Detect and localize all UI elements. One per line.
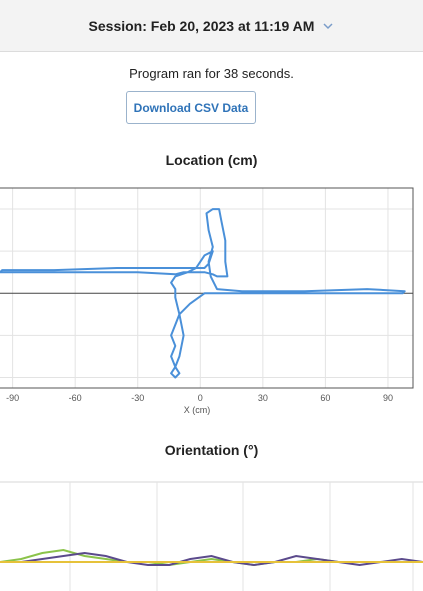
download-csv-button[interactable]: Download CSV Data <box>126 91 256 124</box>
location-x-ticks: -90 -60 -30 0 30 60 90 <box>6 393 393 403</box>
location-x-tick-label: 0 <box>198 393 203 403</box>
location-x-tick-label: 60 <box>320 393 330 403</box>
location-x-tick-label: -30 <box>131 393 144 403</box>
orientation-chart-title: Orientation (°) <box>164 442 259 458</box>
location-x-axis-label: X (cm) <box>184 405 211 415</box>
location-x-tick-label: -60 <box>69 393 82 403</box>
orientation-series <box>0 548 423 567</box>
orientation-chart <box>0 481 423 591</box>
orientation-grid <box>69 482 414 591</box>
location-chart: -90 -60 -30 0 30 60 90 X (cm) <box>0 187 414 415</box>
session-label: Session: Feb 20, 2023 at 11:19 AM <box>88 17 315 34</box>
location-x-tick-label: 30 <box>258 393 268 403</box>
runtime-text: Program ran for 38 seconds. <box>129 66 294 81</box>
chevron-down-icon[interactable] <box>322 20 334 32</box>
location-x-tick-label: 90 <box>383 393 393 403</box>
location-chart-title: Location (cm) <box>165 152 258 168</box>
location-x-tick-label: -90 <box>6 393 19 403</box>
session-header: Session: Feb 20, 2023 at 11:19 AM <box>0 0 423 52</box>
session-selector[interactable]: Session: Feb 20, 2023 at 11:19 AM <box>89 18 335 34</box>
